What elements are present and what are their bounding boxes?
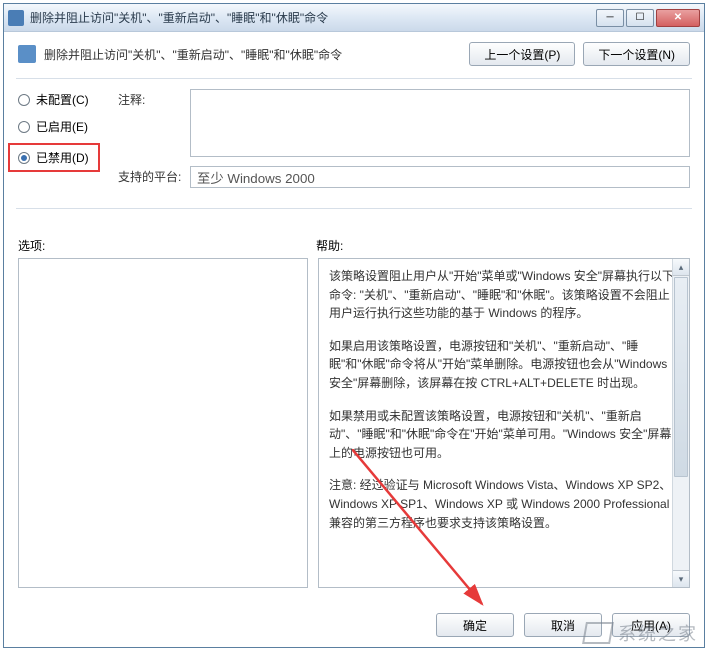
- comment-textarea[interactable]: [190, 89, 690, 157]
- help-panel: 该策略设置阻止用户从"开始"菜单或"Windows 安全"屏幕执行以下命令: "…: [318, 258, 690, 588]
- cancel-button[interactable]: 取消: [524, 613, 602, 637]
- policy-icon: [18, 45, 36, 63]
- close-button[interactable]: ✕: [656, 9, 700, 27]
- radio-not-configured[interactable]: 未配置(C): [18, 91, 118, 108]
- help-text: 该策略设置阻止用户从"开始"菜单或"Windows 安全"屏幕执行以下命令: "…: [329, 267, 679, 532]
- minimize-button[interactable]: ─: [596, 9, 624, 27]
- maximize-button[interactable]: ☐: [626, 9, 654, 27]
- previous-setting-button[interactable]: 上一个设置(P): [469, 42, 575, 66]
- header-row: 删除并阻止访问"关机"、"重新启动"、"睡眠"和"休眠"命令 上一个设置(P) …: [4, 32, 704, 72]
- separator: [16, 208, 692, 209]
- options-panel: [18, 258, 308, 588]
- highlight-box: 已禁用(D): [8, 143, 100, 172]
- help-paragraph: 注意: 经过验证与 Microsoft Windows Vista、Window…: [329, 476, 679, 532]
- state-radio-group: 未配置(C) 已启用(E) 已禁用(D): [18, 91, 118, 172]
- dialog-window: 删除并阻止访问"关机"、"重新启动"、"睡眠"和"休眠"命令 ─ ☐ ✕ 删除并…: [3, 3, 705, 648]
- window-title: 删除并阻止访问"关机"、"重新启动"、"睡眠"和"休眠"命令: [30, 9, 596, 26]
- window-controls: ─ ☐ ✕: [596, 9, 700, 27]
- help-paragraph: 如果禁用或未配置该策略设置，电源按钮和"关机"、"重新启动"、"睡眠"和"休眠"…: [329, 407, 679, 463]
- help-label: 帮助:: [316, 237, 690, 254]
- radio-label: 已启用(E): [36, 118, 88, 135]
- next-setting-button[interactable]: 下一个设置(N): [583, 42, 690, 66]
- ok-button[interactable]: 确定: [436, 613, 514, 637]
- policy-title: 删除并阻止访问"关机"、"重新启动"、"睡眠"和"休眠"命令: [44, 46, 469, 63]
- radio-label: 已禁用(D): [36, 149, 89, 166]
- scrollbar[interactable]: ▴ ▾: [672, 259, 689, 587]
- help-paragraph: 该策略设置阻止用户从"开始"菜单或"Windows 安全"屏幕执行以下命令: "…: [329, 267, 679, 323]
- radio-enabled[interactable]: 已启用(E): [18, 118, 118, 135]
- scroll-up-button[interactable]: ▴: [673, 259, 689, 276]
- radio-disabled[interactable]: 已禁用(D): [18, 149, 90, 166]
- footer-buttons: 确定 取消 应用(A): [436, 613, 690, 637]
- app-icon: [8, 10, 24, 26]
- titlebar[interactable]: 删除并阻止访问"关机"、"重新启动"、"睡眠"和"休眠"命令 ─ ☐ ✕: [4, 4, 704, 32]
- platform-field: [190, 166, 690, 188]
- options-label: 选项:: [18, 237, 316, 254]
- radio-label: 未配置(C): [36, 91, 89, 108]
- platform-label: 支持的平台:: [118, 168, 190, 185]
- scroll-thumb[interactable]: [674, 277, 688, 477]
- help-paragraph: 如果启用该策略设置，电源按钮和"关机"、"重新启动"、"睡眠"和"休眠"命令将从…: [329, 337, 679, 393]
- comment-label: 注释:: [118, 91, 190, 108]
- separator: [16, 78, 692, 79]
- apply-button[interactable]: 应用(A): [612, 613, 690, 637]
- scroll-down-button[interactable]: ▾: [673, 570, 689, 587]
